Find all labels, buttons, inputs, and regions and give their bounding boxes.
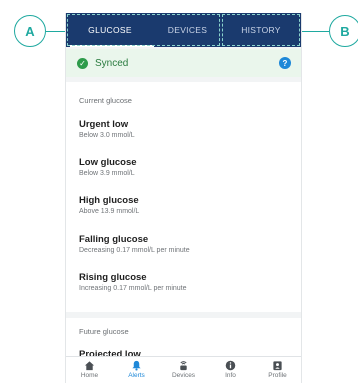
alert-item-low[interactable]: Low glucose Below 3.9 mmol/L — [79, 157, 137, 177]
nav-profile[interactable]: Profile — [254, 357, 301, 383]
nav-label: Devices — [171, 372, 196, 379]
alert-item-subtitle: Increasing 0.17 mmol/L per minute — [79, 285, 187, 292]
nav-devices[interactable]: Devices — [160, 357, 207, 383]
alert-item-title: Falling glucose — [79, 234, 149, 245]
alert-item-title: Low glucose — [79, 157, 137, 168]
alert-item-urgent-low[interactable]: Urgent low Below 3.0 mmol/L — [79, 119, 135, 139]
alert-item-title: Rising glucose — [79, 272, 147, 283]
bottom-nav-bar: Home Alerts Devices Info Profile — [66, 356, 301, 383]
home-icon — [84, 361, 95, 371]
phone-screen: GLUCOSE DEVICES HISTORY ✓ Synced ? Curre… — [65, 13, 302, 383]
nav-label: Alerts — [128, 372, 145, 379]
future-glucose-card: Future glucose Projected low — [66, 318, 301, 360]
alert-item-falling[interactable]: Falling glucose Decreasing 0.17 mmol/L p… — [79, 234, 190, 254]
alert-item-high[interactable]: High glucose Above 13.9 mmol/L — [79, 195, 139, 215]
highlight-box-b — [222, 14, 300, 46]
alert-item-rising[interactable]: Rising glucose Increasing 0.17 mmol/L pe… — [79, 272, 187, 292]
transmitter-icon — [180, 361, 187, 371]
nav-home[interactable]: Home — [66, 357, 113, 383]
nav-label: Home — [80, 372, 99, 379]
section-title-future: Future glucose — [79, 327, 129, 336]
section-title-current: Current glucose — [79, 96, 132, 105]
sync-status-label: Synced — [95, 57, 129, 69]
nav-label: Info — [225, 372, 236, 379]
nav-alerts[interactable]: Alerts — [113, 357, 160, 383]
nav-info[interactable]: Info — [207, 357, 254, 383]
check-circle-icon: ✓ — [77, 57, 88, 69]
alert-item-title: Urgent low — [79, 119, 129, 130]
info-icon — [225, 360, 236, 371]
alert-item-subtitle: Above 13.9 mmol/L — [79, 208, 140, 215]
callout-b: B — [329, 15, 358, 47]
alert-item-subtitle: Below 3.9 mmol/L — [79, 170, 135, 177]
current-glucose-card: Current glucose Urgent low Below 3.0 mmo… — [66, 82, 301, 312]
alert-item-title: High glucose — [79, 195, 139, 206]
nav-label: Profile — [268, 372, 287, 379]
alert-item-subtitle: Decreasing 0.17 mmol/L per minute — [79, 247, 190, 254]
bell-icon — [132, 360, 141, 371]
highlight-box-a — [67, 14, 220, 46]
callout-a: A — [14, 15, 46, 47]
help-icon[interactable]: ? — [279, 57, 291, 69]
sync-status-banner: ✓ Synced ? — [66, 49, 301, 77]
alert-item-subtitle: Below 3.0 mmol/L — [79, 132, 135, 139]
profile-icon — [273, 361, 282, 371]
